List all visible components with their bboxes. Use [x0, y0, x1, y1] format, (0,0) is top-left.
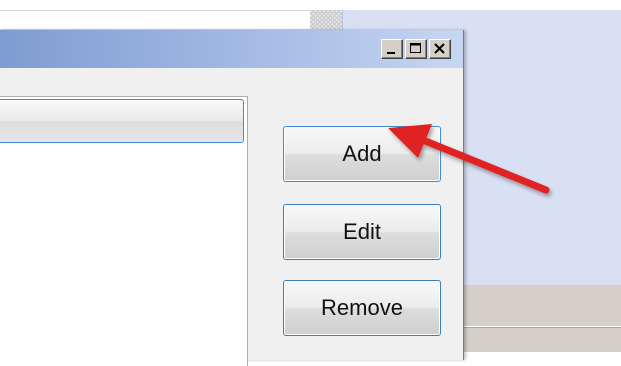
window-controls	[381, 39, 451, 59]
close-icon[interactable]	[429, 39, 451, 59]
dialog-titlebar[interactable]	[0, 30, 463, 68]
background-input-strip	[0, 10, 310, 30]
remove-button[interactable]: Remove	[283, 280, 441, 336]
dialog-window: Add Edit Remove	[0, 30, 464, 366]
maximize-icon[interactable]	[405, 39, 427, 59]
item-list[interactable]	[0, 96, 248, 366]
background-resize-grip	[310, 10, 342, 30]
add-button[interactable]: Add	[283, 126, 441, 182]
edit-button[interactable]: Edit	[283, 204, 441, 260]
list-column-header[interactable]	[0, 99, 244, 143]
minimize-icon[interactable]	[381, 39, 403, 59]
